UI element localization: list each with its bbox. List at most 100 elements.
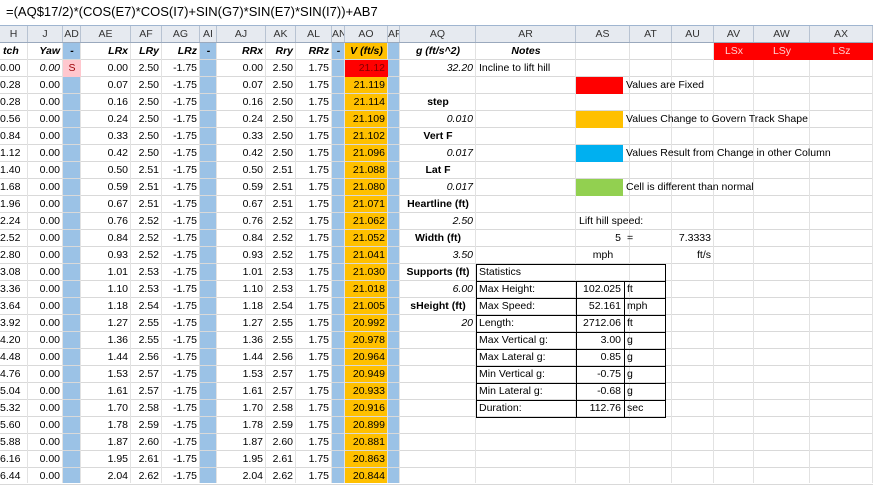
cell-lrx[interactable]: 1.61 [81,383,131,400]
cell-yaw[interactable]: 0.00 [28,315,63,332]
header-notes[interactable]: Notes [476,43,576,60]
vert-f-value[interactable]: 0.017 [400,145,476,162]
cell-yaw[interactable]: 0.00 [28,179,63,196]
cell-velocity[interactable]: 21.071 [345,196,388,213]
column-header-ao[interactable]: AO [345,26,388,42]
cell-lrx[interactable]: 1.36 [81,332,131,349]
header-lrx[interactable]: LRx [81,43,131,60]
cell-lrx[interactable]: 1.10 [81,281,131,298]
cell-lrx[interactable]: 1.18 [81,298,131,315]
cell-lry[interactable]: 2.50 [131,77,162,94]
cell-yaw[interactable]: 0.00 [28,349,63,366]
stat-value[interactable]: 52.161 [576,298,624,315]
cell-yaw[interactable]: 0.00 [28,60,63,77]
column-header-au[interactable]: AU [672,26,714,42]
sheight-label[interactable]: sHeight (ft) [400,298,476,315]
heartline-value[interactable]: 2.50 [400,213,476,230]
cell-velocity[interactable]: 20.863 [345,451,388,468]
cell-rrz[interactable]: 1.75 [296,468,332,485]
cell-lrx[interactable]: 1.78 [81,417,131,434]
cell-rry[interactable]: 2.52 [266,213,296,230]
cell-rry[interactable]: 2.52 [266,247,296,264]
cell-rrz[interactable]: 1.75 [296,366,332,383]
cell-lry[interactable]: 2.54 [131,298,162,315]
cell-rrx[interactable]: 0.59 [217,179,266,196]
cell-lrx[interactable]: 0.50 [81,162,131,179]
cell-velocity[interactable]: 21.12 [345,60,388,77]
cell-velocity[interactable]: 20.978 [345,332,388,349]
column-header-ai[interactable]: AI [200,26,217,42]
column-header-aq[interactable]: AQ [400,26,476,42]
cell-ad-flag[interactable]: S [63,60,81,77]
cell-rrx[interactable]: 1.27 [217,315,266,332]
cell-lrx[interactable]: 0.00 [81,60,131,77]
cell-rrx[interactable]: 1.78 [217,417,266,434]
cell-yaw[interactable]: 0.00 [28,196,63,213]
cell-lrx[interactable]: 0.07 [81,77,131,94]
cell-pitch[interactable]: 0.00 [0,60,28,77]
cell-lrx[interactable]: 0.67 [81,196,131,213]
cell-lry[interactable]: 2.51 [131,179,162,196]
cell-rrz[interactable]: 1.75 [296,451,332,468]
cell-velocity[interactable]: 21.109 [345,111,388,128]
cell-yaw[interactable]: 0.00 [28,383,63,400]
column-header-ag[interactable]: AG [162,26,200,42]
cell-lry[interactable]: 2.53 [131,264,162,281]
cell-lrx[interactable]: 1.95 [81,451,131,468]
cell-lry[interactable]: 2.51 [131,162,162,179]
cell-lrx[interactable]: 2.04 [81,468,131,485]
cell-pitch[interactable]: 2.80 [0,247,28,264]
cell-pitch[interactable]: 1.12 [0,145,28,162]
cell-lrz[interactable]: -1.75 [162,247,200,264]
cell-yaw[interactable]: 0.00 [28,94,63,111]
cell-rrz[interactable]: 1.75 [296,213,332,230]
cell-rrx[interactable]: 1.44 [217,349,266,366]
cell-lrz[interactable]: -1.75 [162,315,200,332]
cell-rrz[interactable]: 1.75 [296,230,332,247]
incline-note[interactable]: Incline to lift hill [476,60,596,77]
cell-pitch[interactable]: 3.64 [0,298,28,315]
formula-bar[interactable]: =(AQ$17/2)*(COS(E7)*COS(I7)+SIN(G7)*SIN(… [0,0,873,26]
cell-pitch[interactable]: 4.48 [0,349,28,366]
cell-lrx[interactable]: 0.42 [81,145,131,162]
cell-rrz[interactable]: 1.75 [296,417,332,434]
cell-lrx[interactable]: 1.87 [81,434,131,451]
column-header-as[interactable]: AS [576,26,630,42]
column-header-av[interactable]: AV [714,26,754,42]
cell-lrx[interactable]: 0.76 [81,213,131,230]
cell-lry[interactable]: 2.58 [131,400,162,417]
cell-lrz[interactable]: -1.75 [162,298,200,315]
cell-lrz[interactable]: -1.75 [162,434,200,451]
cell-velocity[interactable]: 20.844 [345,468,388,485]
cell-lry[interactable]: 2.50 [131,94,162,111]
cell-yaw[interactable]: 0.00 [28,298,63,315]
cell-rrx[interactable]: 0.84 [217,230,266,247]
column-header-af[interactable]: AF [131,26,162,42]
cell-rrz[interactable]: 1.75 [296,145,332,162]
supports-label[interactable]: Supports (ft) [400,264,476,281]
cell-rrx[interactable]: 0.42 [217,145,266,162]
cell-rry[interactable]: 2.60 [266,434,296,451]
cell-velocity[interactable]: 20.964 [345,349,388,366]
cell-rrz[interactable]: 1.75 [296,281,332,298]
cell-lry[interactable]: 2.50 [131,145,162,162]
cell-rrx[interactable]: 0.33 [217,128,266,145]
cell-lrz[interactable]: -1.75 [162,77,200,94]
cell-pitch[interactable]: 4.76 [0,366,28,383]
cell-pitch[interactable]: 4.20 [0,332,28,349]
cell-rry[interactable]: 2.50 [266,60,296,77]
cell-pitch[interactable]: 0.28 [0,77,28,94]
cell-yaw[interactable]: 0.00 [28,451,63,468]
cell-yaw[interactable]: 0.00 [28,332,63,349]
stat-value[interactable]: -0.75 [576,366,624,383]
lift-hill-label[interactable]: Lift hill speed: [576,213,696,230]
column-header-h[interactable]: H [0,26,28,42]
cell-yaw[interactable]: 0.00 [28,366,63,383]
cell-lrz[interactable]: -1.75 [162,417,200,434]
header-rrx[interactable]: RRx [217,43,266,60]
column-header-an[interactable]: AN [332,26,345,42]
cell-lrz[interactable]: -1.75 [162,281,200,298]
cell-lry[interactable]: 2.57 [131,383,162,400]
cell-lry[interactable]: 2.50 [131,111,162,128]
lat-f-value[interactable]: 0.017 [400,179,476,196]
